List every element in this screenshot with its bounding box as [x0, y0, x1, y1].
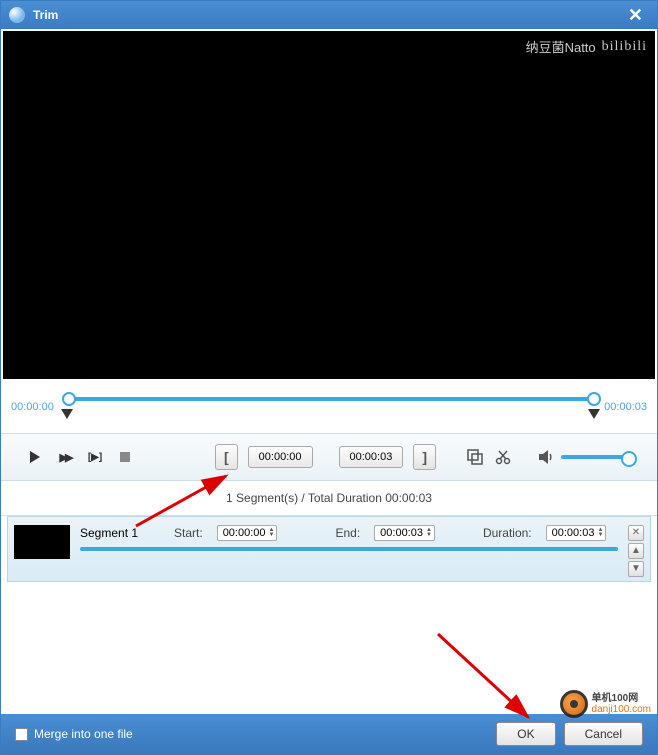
duration-label: Duration:	[483, 526, 532, 540]
move-down-button[interactable]: ▼	[628, 561, 644, 577]
watermark-brand: bilibili	[602, 39, 647, 55]
end-time-input[interactable]: 00:00:03 ▲▼	[374, 525, 435, 541]
ok-button[interactable]: OK	[496, 722, 555, 746]
start-label: Start:	[174, 526, 203, 540]
window-title: Trim	[33, 8, 622, 22]
timeline: 00:00:00 00:00:03	[1, 381, 657, 433]
empty-area	[1, 582, 657, 714]
playback-controls: ▶▶ [▶] [ 00:00:00 00:00:03 ]	[1, 433, 657, 481]
segment-row[interactable]: Segment 1 Start: 00:00:00 ▲▼ End: 00:00:…	[7, 516, 651, 582]
video-preview: 纳豆菌Natto bilibili	[3, 31, 655, 379]
start-time-input[interactable]: 00:00:00 ▲▼	[217, 525, 278, 541]
titlebar: Trim ✕	[1, 1, 657, 29]
next-frame-button[interactable]: [▶]	[85, 447, 105, 467]
segment-summary: 1 Segment(s) / Total Duration 00:00:03	[1, 481, 657, 516]
stop-button[interactable]	[115, 447, 135, 467]
cancel-button[interactable]: Cancel	[564, 722, 643, 746]
volume-icon[interactable]	[537, 448, 555, 466]
timeline-start-time: 00:00:00	[11, 401, 54, 413]
app-icon	[9, 7, 25, 23]
segment-bar[interactable]	[80, 547, 618, 551]
fast-forward-button[interactable]: ▶▶	[55, 447, 75, 467]
footer: Merge into one file OK Cancel	[1, 714, 657, 754]
volume-control	[537, 448, 633, 466]
volume-slider[interactable]	[561, 455, 633, 459]
merge-checkbox[interactable]	[15, 728, 28, 741]
set-in-point-button[interactable]: [	[215, 444, 238, 470]
timeline-end-time: 00:00:03	[604, 401, 647, 413]
out-time-display[interactable]: 00:00:03	[339, 446, 404, 468]
timeline-out-marker[interactable]	[588, 409, 600, 419]
set-out-point-button[interactable]: ]	[413, 444, 436, 470]
timeline-track[interactable]	[64, 387, 594, 427]
delete-segment-button[interactable]: ✕	[628, 525, 644, 541]
segment-thumbnail	[14, 525, 70, 559]
segment-name: Segment 1	[80, 526, 160, 540]
timeline-in-marker[interactable]	[61, 409, 73, 419]
in-time-display[interactable]: 00:00:00	[248, 446, 313, 468]
close-button[interactable]: ✕	[622, 5, 649, 26]
crop-icon[interactable]	[466, 448, 484, 466]
video-watermark: 纳豆菌Natto bilibili	[526, 37, 647, 56]
cut-icon[interactable]	[494, 448, 512, 466]
watermark-text: 纳豆菌Natto	[526, 37, 596, 56]
trim-window: Trim ✕ 纳豆菌Natto bilibili 00:00:00 00:00:…	[0, 0, 658, 755]
merge-label: Merge into one file	[34, 727, 133, 741]
move-up-button[interactable]: ▲	[628, 543, 644, 559]
end-label: End:	[335, 526, 360, 540]
play-button[interactable]	[25, 447, 45, 467]
timeline-out-handle[interactable]	[587, 392, 601, 406]
timeline-in-handle[interactable]	[62, 392, 76, 406]
duration-input[interactable]: 00:00:03 ▲▼	[546, 525, 607, 541]
